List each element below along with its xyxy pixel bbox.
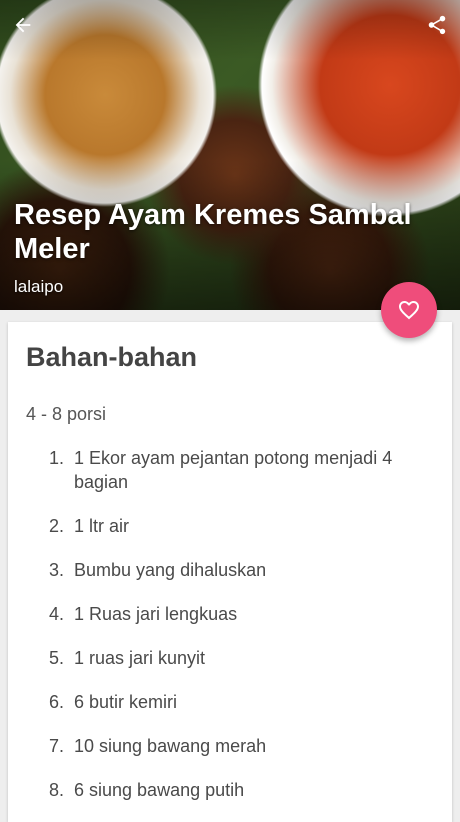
ingredient-number: 6. bbox=[48, 692, 64, 712]
recipe-author[interactable]: lalaipo bbox=[14, 277, 63, 297]
recipe-title: Resep Ayam Kremes Sambal Meler bbox=[14, 199, 412, 265]
ingredient-text: 1 Ruas jari lengkuas bbox=[74, 604, 238, 624]
ingredient-list: 1. 1 Ekor ayam pejantan potong menjadi 4… bbox=[26, 446, 426, 822]
ingredient-text: 1 ruas jari kunyit bbox=[74, 648, 206, 668]
ingredient-item: 7. 10 siung bawang merah bbox=[26, 734, 426, 758]
ingredient-number: 3. bbox=[48, 560, 64, 580]
ingredient-item: 2. 1 ltr air bbox=[26, 514, 426, 538]
back-button[interactable] bbox=[8, 10, 38, 40]
ingredient-number: 8. bbox=[48, 780, 64, 800]
ingredient-item: 6. 6 butir kemiri bbox=[26, 690, 426, 714]
ingredient-item: 4. 1 Ruas jari lengkuas bbox=[26, 602, 426, 626]
ingredients-card: Bahan-bahan 4 - 8 porsi 1. 1 Ekor ayam p… bbox=[8, 322, 452, 822]
ingredient-text: 10 siung bawang merah bbox=[74, 736, 267, 756]
heart-outline-icon bbox=[399, 301, 419, 320]
recipe-hero-image: Resep Ayam Kremes Sambal Meler lalaipo bbox=[0, 0, 460, 310]
ingredients-heading: Bahan-bahan bbox=[26, 342, 198, 372]
favorite-button[interactable] bbox=[381, 282, 437, 338]
arrow-left-icon bbox=[15, 17, 31, 33]
ingredient-text: 1 ltr air bbox=[74, 516, 130, 536]
ingredient-number: 4. bbox=[48, 604, 64, 624]
ingredient-item: 8. 6 siung bawang putih bbox=[26, 778, 426, 802]
ingredient-item: 3. Bumbu yang dihaluskan bbox=[26, 558, 426, 582]
servings-text: 4 - 8 porsi bbox=[26, 404, 107, 424]
ingredient-text: 1 Ekor ayam pejantan potong menjadi 4 ba… bbox=[74, 448, 393, 492]
ingredient-number: 5. bbox=[48, 648, 64, 668]
ingredient-number: 2. bbox=[48, 516, 64, 536]
ingredient-number: 1. bbox=[48, 448, 64, 468]
ingredient-item: 5. 1 ruas jari kunyit bbox=[26, 646, 426, 670]
top-gradient bbox=[0, 0, 460, 60]
ingredient-text: Bumbu yang dihaluskan bbox=[74, 560, 267, 580]
ingredient-number: 7. bbox=[48, 736, 64, 756]
share-icon bbox=[428, 15, 446, 35]
ingredient-item: 1. 1 Ekor ayam pejantan potong menjadi 4… bbox=[26, 446, 426, 494]
ingredient-text: 6 siung bawang putih bbox=[74, 780, 245, 800]
ingredient-text: 6 butir kemiri bbox=[74, 692, 178, 712]
share-button[interactable] bbox=[422, 10, 452, 40]
